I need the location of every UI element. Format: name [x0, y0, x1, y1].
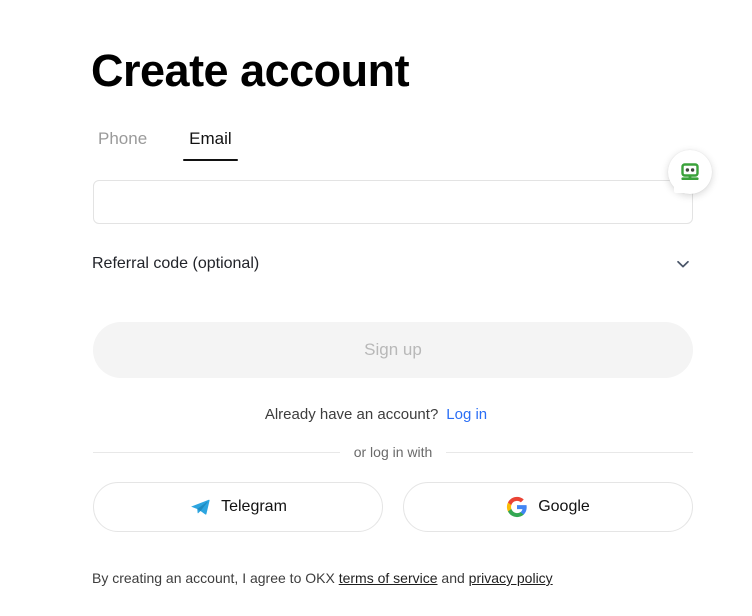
social-login-row: Telegram Google: [93, 482, 693, 532]
tab-phone[interactable]: Phone: [92, 126, 153, 161]
telegram-login-label: Telegram: [221, 498, 287, 515]
google-login-button[interactable]: Google: [403, 482, 693, 532]
google-icon: [507, 496, 527, 518]
telegram-login-button[interactable]: Telegram: [93, 482, 383, 532]
login-prompt-text: Already have an account?: [264, 406, 439, 423]
create-account-page: Create account Phone Email Referral code…: [0, 0, 752, 616]
legal-conjunction: and: [441, 570, 465, 586]
robot-glyph: [681, 163, 699, 180]
robot-icon[interactable]: [668, 150, 712, 194]
legal-agreement-text: By creating an account, I agree to OKX t…: [92, 568, 712, 588]
login-prompt-row: Already have an account? Log in: [0, 404, 752, 426]
referral-code-label: Referral code (optional): [92, 255, 260, 272]
auth-method-tabs: Phone Email: [92, 126, 238, 161]
page-title: Create account: [91, 45, 410, 97]
log-in-link[interactable]: Log in: [446, 406, 487, 423]
divider-line-left: [93, 451, 340, 453]
sign-up-button[interactable]: Sign up: [93, 322, 693, 378]
legal-prefix: By creating an account, I agree to OKX: [92, 570, 335, 586]
terms-of-service-link[interactable]: terms of service: [339, 570, 438, 586]
email-field-wrapper: [93, 180, 693, 224]
telegram-icon: [191, 499, 210, 515]
chevron-down-icon[interactable]: [673, 254, 693, 274]
social-divider: or log in with: [93, 444, 693, 460]
tab-email[interactable]: Email: [183, 126, 238, 161]
google-login-label: Google: [538, 498, 590, 515]
referral-code-toggle[interactable]: Referral code (optional): [92, 250, 693, 278]
email-input[interactable]: [93, 180, 693, 224]
divider-label: or log in with: [353, 444, 433, 460]
divider-line-right: [446, 451, 693, 453]
privacy-policy-link[interactable]: privacy policy: [469, 570, 553, 586]
